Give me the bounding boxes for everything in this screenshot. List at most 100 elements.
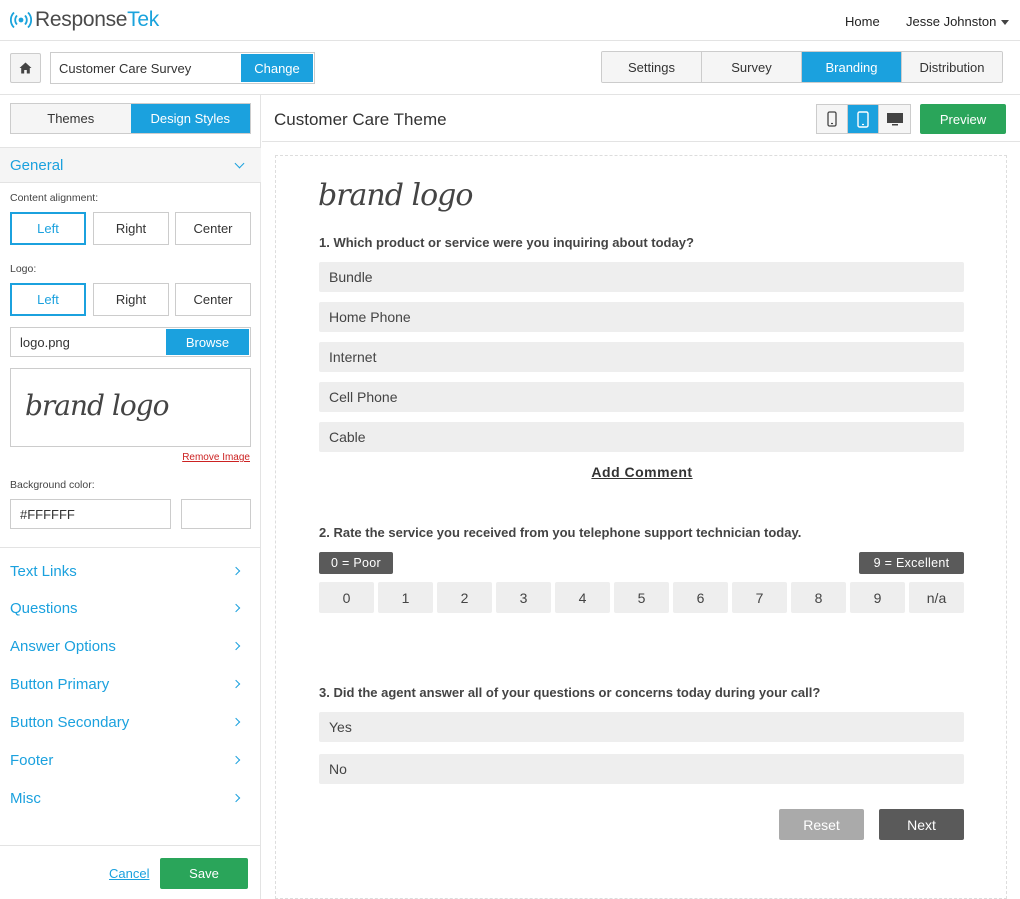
logo-align-left[interactable]: Left	[10, 283, 86, 316]
rating-option[interactable]: 0	[319, 582, 374, 613]
device-toggle	[816, 104, 911, 134]
chevron-right-icon	[231, 755, 241, 765]
answer-option-label: Yes	[329, 719, 352, 735]
tab-settings[interactable]: Settings	[602, 52, 702, 82]
survey-tabs: Settings Survey Branding Distribution	[601, 51, 1003, 83]
answer-option[interactable]: Yes	[319, 712, 964, 742]
survey-name-field[interactable]: Customer Care Survey	[59, 61, 191, 76]
survey-selector: Customer Care Survey Change	[50, 52, 315, 84]
browse-button[interactable]: Browse	[166, 329, 249, 355]
top-navbar: ResponseTek Home Jesse Johnston	[0, 0, 1020, 41]
content-align-left[interactable]: Left	[10, 212, 86, 245]
cancel-link[interactable]: Cancel	[109, 866, 149, 881]
answer-option-label: Cable	[329, 429, 366, 445]
answer-option-label: No	[329, 761, 347, 777]
chevron-down-icon	[234, 158, 245, 169]
tablet-icon	[857, 110, 869, 128]
rating-option[interactable]: n/a	[909, 582, 964, 613]
logo-align-right[interactable]: Right	[93, 283, 169, 316]
logo-preview: brand logo	[10, 368, 251, 447]
tab-design-styles[interactable]: Design Styles	[130, 104, 250, 133]
chevron-right-icon	[231, 793, 241, 803]
reset-button[interactable]: Reset	[779, 809, 864, 840]
content-align-center[interactable]: Center	[175, 212, 251, 245]
answer-option-label: Internet	[329, 349, 377, 365]
rating-option[interactable]: 2	[437, 582, 492, 613]
rating-option[interactable]: 4	[555, 582, 610, 613]
rating-option[interactable]: 7	[732, 582, 787, 613]
survey-preview-canvas: brand logo 1. Which product or service w…	[275, 155, 1007, 899]
sidebar-item-button-primary[interactable]: Button Primary	[0, 669, 261, 699]
sidebar-item-misc[interactable]: Misc	[0, 783, 261, 813]
brand-name: ResponseTek	[35, 8, 159, 31]
caret-down-icon	[1001, 20, 1010, 26]
preview-button[interactable]: Preview	[920, 104, 1006, 134]
chevron-right-icon	[231, 566, 241, 576]
design-sidebar: Themes Design Styles General Content ali…	[0, 95, 261, 899]
sidebar-item-label: Answer Options	[10, 638, 116, 655]
save-button[interactable]: Save	[160, 858, 248, 889]
sidebar-item-label: Button Primary	[10, 676, 110, 693]
answer-option[interactable]: No	[319, 754, 964, 784]
sidebar-item-button-secondary[interactable]: Button Secondary	[0, 707, 261, 737]
next-button[interactable]: Next	[879, 809, 964, 840]
chevron-right-icon	[231, 603, 241, 613]
tab-branding[interactable]: Branding	[802, 52, 902, 82]
nav-home-link[interactable]: Home	[845, 14, 880, 29]
logo-preview-text: brand logo	[25, 389, 169, 422]
question-2-title: 2. Rate the service you received from yo…	[319, 525, 802, 540]
sidebar-item-label: Misc	[10, 790, 41, 807]
tablet-view-button[interactable]	[848, 105, 879, 133]
phone-view-button[interactable]	[817, 105, 848, 133]
user-menu[interactable]: Jesse Johnston	[906, 14, 1010, 29]
answer-option-label: Home Phone	[329, 309, 411, 325]
divider	[262, 141, 1020, 142]
sidebar-item-label: Text Links	[10, 563, 77, 580]
tab-survey[interactable]: Survey	[702, 52, 802, 82]
scale-high-label: 9 = Excellent	[859, 552, 964, 574]
chevron-right-icon	[231, 717, 241, 727]
phone-icon	[827, 111, 837, 127]
content-align-right[interactable]: Right	[93, 212, 169, 245]
answer-option[interactable]: Cell Phone	[319, 382, 964, 412]
rating-option[interactable]: 1	[378, 582, 433, 613]
logo-align-center[interactable]: Center	[175, 283, 251, 316]
general-section-label: General	[10, 157, 64, 174]
add-comment-link[interactable]: Add Comment	[276, 464, 1008, 480]
home-icon	[19, 62, 32, 74]
answer-option-label: Bundle	[329, 269, 373, 285]
rating-option[interactable]: 5	[614, 582, 669, 613]
rating-option[interactable]: 8	[791, 582, 846, 613]
logo-label: Logo:	[10, 263, 37, 275]
tab-distribution[interactable]: Distribution	[902, 52, 1002, 82]
remove-image-link[interactable]: Remove Image	[182, 452, 250, 463]
answer-option[interactable]: Bundle	[319, 262, 964, 292]
tab-themes[interactable]: Themes	[11, 104, 131, 133]
rating-option[interactable]: 3	[496, 582, 551, 613]
background-color-input[interactable]: #FFFFFF	[10, 499, 171, 529]
sidebar-item-label: Button Secondary	[10, 714, 130, 731]
change-survey-button[interactable]: Change	[241, 54, 313, 82]
rating-option[interactable]: 9	[850, 582, 905, 613]
sidebar-item-answer-options[interactable]: Answer Options	[0, 631, 261, 661]
rating-option[interactable]: 6	[673, 582, 728, 613]
answer-option-label: Cell Phone	[329, 389, 398, 405]
sidebar-item-footer[interactable]: Footer	[0, 745, 261, 775]
answer-option[interactable]: Internet	[319, 342, 964, 372]
answer-option[interactable]: Home Phone	[319, 302, 964, 332]
color-swatch[interactable]	[181, 499, 251, 529]
desktop-view-button[interactable]	[879, 105, 910, 133]
page-title: Customer Care Theme	[274, 110, 447, 129]
logo-file-input: logo.png Browse	[10, 327, 251, 357]
logo-file-name[interactable]: logo.png	[20, 335, 70, 350]
sidebar-item-label: Footer	[10, 752, 54, 769]
sidebar-footer: Cancel Save	[0, 845, 261, 899]
general-section-header[interactable]: General	[0, 147, 261, 183]
app-logo[interactable]: ResponseTek	[10, 8, 159, 32]
sidebar-item-text-links[interactable]: Text Links	[0, 556, 261, 586]
home-button[interactable]	[10, 53, 41, 83]
brand-logo: brand logo	[318, 178, 473, 213]
content-alignment-label: Content alignment:	[10, 192, 99, 204]
answer-option[interactable]: Cable	[319, 422, 964, 452]
sidebar-item-questions[interactable]: Questions	[0, 593, 261, 623]
